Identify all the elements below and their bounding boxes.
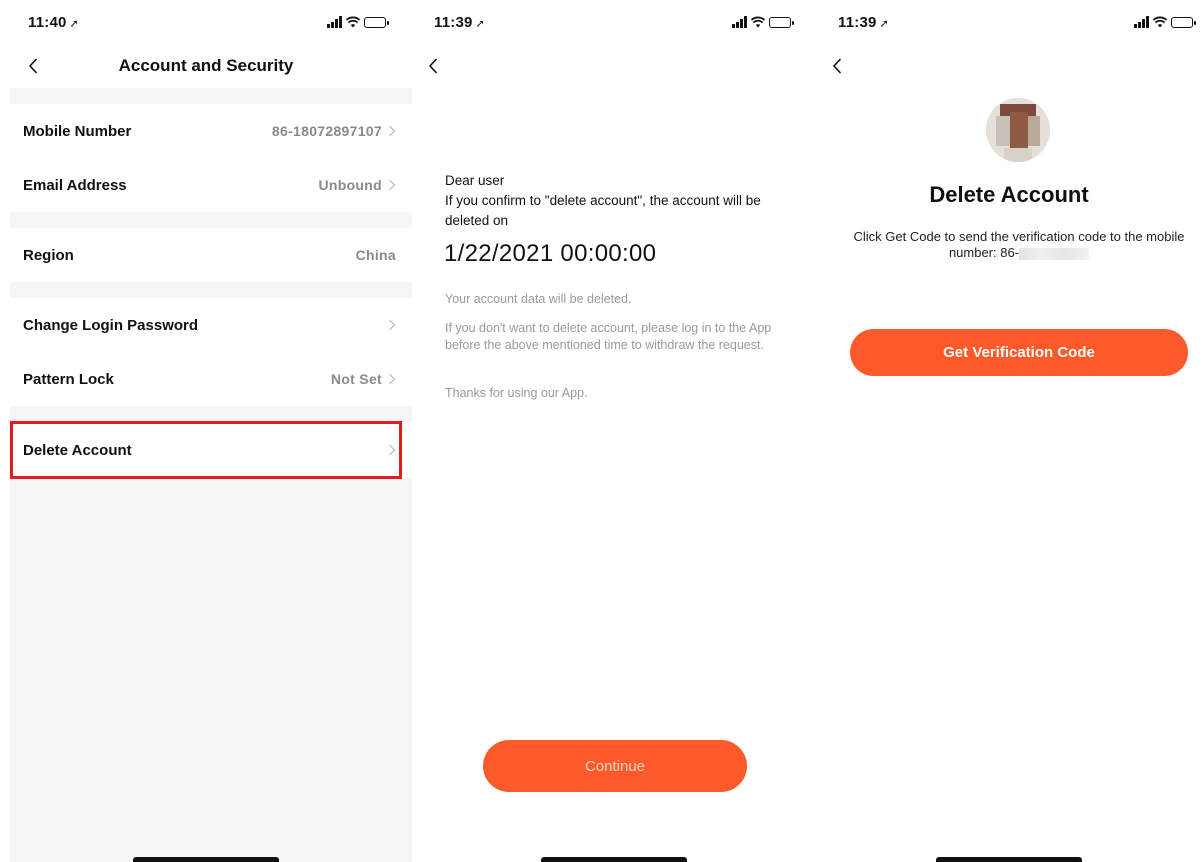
home-indicator — [133, 857, 279, 862]
status-time: 11:40 ➚ — [28, 14, 79, 31]
location-arrow-icon: ➚ — [475, 18, 485, 30]
signal-icon — [732, 16, 747, 28]
battery-icon — [1171, 16, 1196, 28]
status-time: 11:39 ➚ — [434, 14, 485, 31]
location-arrow-icon: ➚ — [879, 18, 889, 30]
masked-phone-number — [1019, 247, 1090, 260]
wifi-icon — [1153, 16, 1167, 28]
row-label: Change Login Password — [23, 316, 199, 334]
row-label: Mobile Number — [23, 122, 132, 140]
email-address-row[interactable]: Email Address Unbound — [10, 158, 396, 212]
status-time-text: 11:39 — [838, 14, 877, 31]
avatar — [986, 98, 1050, 162]
note-text: Thanks for using our App. — [445, 386, 588, 400]
status-time-text: 11:40 — [28, 14, 67, 31]
note-text: Your account data will be deleted. — [445, 292, 632, 306]
greeting: Dear user — [445, 173, 505, 188]
right-chevron-icon — [389, 319, 396, 331]
battery-icon — [364, 16, 389, 28]
status-time: 11:39 ➚ — [838, 14, 889, 31]
row-value: Unbound — [318, 177, 382, 193]
account-security-screen: 11:40 ➚ Account and Security Mobile Numbe… — [0, 0, 412, 862]
location-arrow-icon: ➚ — [69, 18, 79, 30]
pattern-lock-row[interactable]: Pattern Lock Not Set — [10, 352, 396, 406]
home-indicator — [541, 857, 687, 862]
status-icons — [732, 16, 794, 28]
signal-icon — [1134, 16, 1149, 28]
get-verification-code-button[interactable]: Get Verification Code — [850, 329, 1188, 376]
delete-account-highlight — [10, 421, 402, 479]
verification-message: Click Get Code to send the verification … — [846, 229, 1192, 261]
back-chevron-icon[interactable] — [826, 52, 848, 80]
row-value: Not Set — [330, 371, 382, 387]
nav-bar — [414, 52, 814, 82]
nav-bar — [816, 52, 1202, 82]
section-divider — [10, 88, 412, 104]
status-icons — [327, 16, 389, 28]
page-title: Delete Account — [929, 182, 1089, 207]
wifi-icon — [346, 16, 360, 28]
section-divider — [10, 212, 412, 228]
note-text: If you don't want to delete account, ple… — [445, 321, 772, 352]
row-label: Email Address — [23, 176, 127, 194]
section-divider — [10, 282, 412, 298]
page-title: Account and Security — [118, 56, 294, 75]
right-chevron-icon — [389, 373, 396, 385]
delete-confirm-screen: 11:39 ➚ Dear user If you confirm to "dele… — [414, 0, 814, 862]
status-bar: 11:39 ➚ — [414, 12, 814, 36]
home-indicator — [936, 857, 1082, 862]
status-time-text: 11:39 — [434, 14, 473, 31]
section-divider — [10, 406, 412, 422]
battery-icon — [769, 16, 794, 28]
back-chevron-icon[interactable] — [422, 52, 444, 80]
wifi-icon — [751, 16, 765, 28]
empty-area — [10, 479, 412, 862]
delete-verify-screen: 11:39 ➚ Delete Account Click Get Code to … — [816, 0, 1202, 862]
deletion-date: 1/22/2021 00:00:00 — [444, 240, 657, 267]
mobile-number-row[interactable]: Mobile Number 86-18072897107 — [10, 104, 396, 158]
continue-button[interactable]: Continue — [483, 740, 747, 792]
confirm-message: Dear user If you confirm to "delete acco… — [445, 171, 790, 231]
right-chevron-icon — [389, 179, 396, 191]
signal-icon — [327, 16, 342, 28]
right-chevron-icon — [389, 125, 396, 137]
row-value: 86-18072897107 — [271, 123, 382, 139]
row-label: Region — [23, 246, 74, 264]
status-bar: 11:40 ➚ — [0, 12, 412, 36]
status-bar: 11:39 ➚ — [816, 12, 1202, 36]
region-row[interactable]: Region China — [10, 228, 396, 282]
message-text: If you confirm to "delete account", the … — [445, 193, 761, 228]
row-label: Pattern Lock — [23, 370, 114, 388]
nav-bar: Account and Security — [0, 52, 412, 82]
change-password-row[interactable]: Change Login Password — [10, 298, 396, 352]
status-icons — [1134, 16, 1196, 28]
row-value: China — [355, 247, 396, 263]
